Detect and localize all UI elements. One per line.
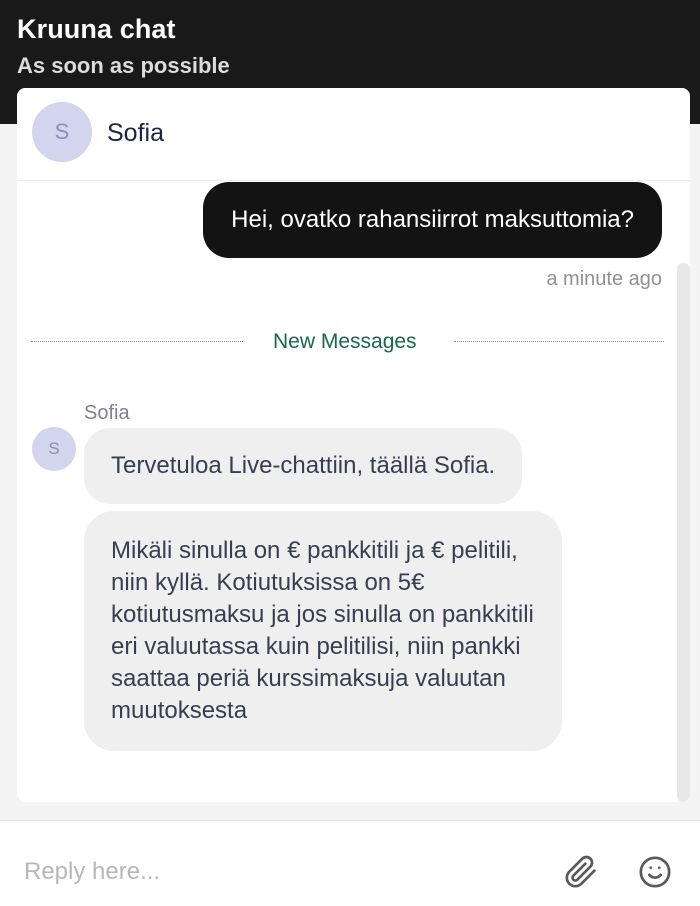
- message-timestamp: a minute ago: [546, 268, 662, 290]
- incoming-message: Tervetuloa Live-chattiin, täällä Sofia.: [84, 428, 523, 504]
- outgoing-message: Hei, ovatko rahansiirrot maksuttomia?: [203, 182, 662, 258]
- divider-line-right: [454, 341, 664, 342]
- chat-panel: S Sofia Hei, ovatko rahansiirrot maksutt…: [17, 88, 690, 802]
- message-composer: [0, 820, 700, 906]
- agent-bar: S Sofia: [17, 88, 690, 181]
- sender-name: Sofia: [84, 402, 130, 424]
- agent-avatar: S: [32, 102, 92, 162]
- paperclip-icon: [565, 855, 596, 888]
- sender-avatar: S: [32, 427, 76, 471]
- emoji-button[interactable]: [637, 854, 673, 890]
- incoming-message: Mikäli sinulla on € pankkitili ja € peli…: [84, 511, 562, 751]
- response-time-subtitle: As soon as possible: [17, 53, 230, 78]
- agent-name: Sofia: [107, 119, 164, 147]
- reply-input[interactable]: [24, 852, 524, 892]
- chat-title: Kruuna chat: [17, 14, 176, 44]
- smiley-icon: [639, 856, 671, 888]
- attach-button[interactable]: [563, 854, 599, 890]
- message-scrollbar[interactable]: [677, 263, 690, 802]
- divider-line-left: [31, 341, 243, 342]
- new-messages-divider: New Messages: [273, 330, 417, 353]
